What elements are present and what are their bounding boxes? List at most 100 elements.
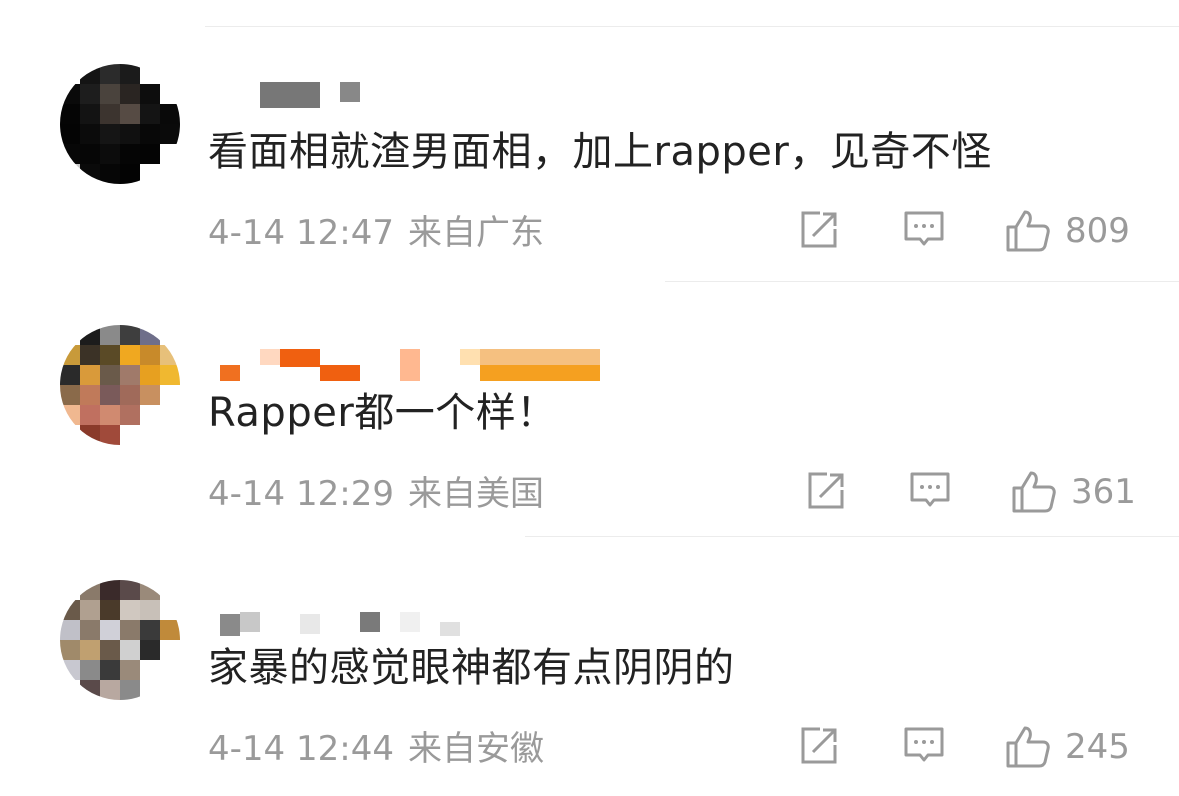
avatar-pixel [160, 680, 180, 700]
avatar-pixel [60, 84, 80, 104]
avatar-pixel [100, 660, 120, 680]
avatar-pixel [120, 580, 140, 600]
avatar-pixel [60, 64, 80, 84]
avatar-pixel [140, 325, 160, 345]
avatar-pixel [100, 680, 120, 700]
avatar-pixel [60, 405, 80, 425]
like-count: 361 [1071, 472, 1136, 512]
avatar-pixel [60, 600, 80, 620]
avatar-pixel [80, 124, 100, 144]
comment-icon [910, 472, 950, 507]
avatar-pixel [160, 425, 180, 445]
avatar-pixel [120, 345, 140, 365]
avatar-pixel [120, 640, 140, 660]
share-icon [801, 211, 837, 248]
comment-date: 4-14 12:44 [208, 729, 394, 769]
share-icon [808, 472, 844, 509]
avatar-pixel [120, 425, 140, 445]
avatar-pixel [160, 620, 180, 640]
share-button[interactable] [798, 725, 840, 767]
like-count: 809 [1065, 211, 1130, 251]
thumbs-up-icon [1006, 726, 1050, 768]
avatar-pixel [100, 124, 120, 144]
avatar[interactable] [60, 580, 180, 700]
avatar-pixel [60, 124, 80, 144]
like-count: 245 [1065, 727, 1130, 767]
avatar-pixel [100, 385, 120, 405]
avatar-pixel [100, 425, 120, 445]
like-button[interactable]: 809 [1005, 209, 1130, 253]
avatar-pixel [160, 600, 180, 620]
reply-button[interactable] [903, 209, 945, 251]
comment-location: 来自安徽 [407, 729, 544, 769]
share-icon [801, 727, 837, 764]
avatar-pixel [140, 385, 160, 405]
avatar-pixel [140, 425, 160, 445]
avatar-pixel [100, 325, 120, 345]
avatar-pixel [140, 64, 160, 84]
avatar-pixel [100, 365, 120, 385]
avatar-pixel [140, 580, 160, 600]
share-button[interactable] [805, 470, 847, 512]
comment-text: 家暴的感觉眼神都有点阴阴的 [208, 645, 735, 691]
avatar-pixel [160, 640, 180, 660]
comment-text: 看面相就渣男面相，加上rapper，见奇不怪 [208, 129, 992, 175]
avatar-pixel [100, 104, 120, 124]
comment-date: 4-14 12:29 [208, 474, 394, 514]
avatar[interactable] [60, 64, 180, 184]
comment-location: 来自广东 [407, 213, 544, 253]
avatar-pixel [140, 405, 160, 425]
avatar-pixel [120, 104, 140, 124]
avatar-pixel [60, 345, 80, 365]
avatar-pixel [120, 385, 140, 405]
reply-button[interactable] [903, 725, 945, 767]
avatar-pixel [160, 580, 180, 600]
avatar-pixel [60, 620, 80, 640]
avatar-pixel [80, 325, 100, 345]
comment-item: 家暴的感觉眼神都有点阴阴的 4-14 12:44 来自安徽 245 [0, 540, 1179, 796]
avatar-pixel [160, 104, 180, 124]
avatar[interactable] [60, 325, 180, 445]
reply-button[interactable] [909, 470, 951, 512]
avatar-pixel [140, 104, 160, 124]
avatar-pixel [120, 620, 140, 640]
avatar-pixel [100, 620, 120, 640]
comment-meta: 4-14 12:47 来自广东 [208, 211, 544, 255]
thumbs-up-icon [1006, 210, 1050, 252]
divider-1 [665, 281, 1179, 282]
avatar-pixel [160, 144, 180, 164]
avatar-pixel [140, 124, 160, 144]
avatar-pixel [140, 640, 160, 660]
avatar-pixel [80, 64, 100, 84]
avatar-pixel [140, 144, 160, 164]
avatar-pixel [80, 164, 100, 184]
like-button[interactable]: 245 [1005, 725, 1130, 769]
avatar-pixel [80, 385, 100, 405]
comment-meta: 4-14 12:44 来自安徽 [208, 727, 544, 771]
thumbs-up-icon [1012, 471, 1056, 513]
avatar-pixel [120, 600, 140, 620]
avatar-pixel [160, 345, 180, 365]
avatar-pixel [120, 164, 140, 184]
avatar-pixel [100, 144, 120, 164]
comment-icon [904, 727, 944, 762]
avatar-pixel [80, 660, 100, 680]
comment-meta: 4-14 12:29 来自美国 [208, 472, 544, 516]
avatar-pixel [80, 345, 100, 365]
avatar-pixel [80, 640, 100, 660]
comment-item: 看面相就渣男面相，加上rapper，见奇不怪 4-14 12:47 来自广东 80… [0, 24, 1179, 280]
avatar-pixel [160, 84, 180, 104]
avatar-pixel [140, 620, 160, 640]
avatar-pixel [60, 325, 80, 345]
avatar-pixel [80, 365, 100, 385]
like-button[interactable]: 361 [1011, 470, 1136, 514]
comment-location: 来自美国 [407, 474, 544, 514]
avatar-pixel [120, 680, 140, 700]
avatar-pixel [60, 144, 80, 164]
avatar-pixel [160, 385, 180, 405]
avatar-pixel [80, 680, 100, 700]
avatar-pixel [100, 164, 120, 184]
share-button[interactable] [798, 209, 840, 251]
comment-icon [904, 211, 944, 246]
avatar-pixel [100, 64, 120, 84]
